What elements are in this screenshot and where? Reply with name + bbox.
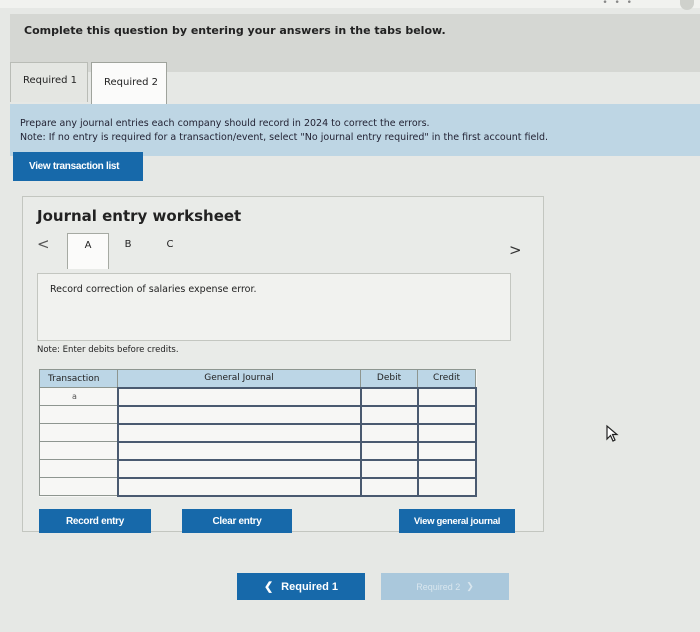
debit-input[interactable] [359, 386, 419, 407]
debit-input[interactable] [359, 404, 419, 425]
credit-input[interactable] [416, 404, 477, 425]
column-header-debit: Debit [360, 369, 418, 388]
debit-input[interactable] [359, 422, 419, 443]
account-input[interactable] [116, 476, 362, 497]
table-row: a [39, 386, 477, 407]
next-required-button[interactable]: Required 2 ❯ [381, 573, 509, 600]
chevron-right-icon[interactable]: > [509, 241, 522, 259]
corner-indicator [680, 0, 694, 10]
sub-tab-c[interactable]: C [163, 233, 177, 250]
table-row [39, 458, 477, 479]
journal-table: Transaction General Journal Debit Credit… [39, 369, 477, 497]
debit-input[interactable] [359, 458, 419, 479]
clear-entry-button[interactable]: Clear entry [182, 509, 292, 533]
credit-input[interactable] [416, 458, 477, 479]
chevron-right-icon: ❯ [466, 581, 474, 591]
transaction-description: Record correction of salaries expense er… [50, 284, 257, 295]
account-input[interactable] [116, 458, 362, 479]
worksheet-title: Journal entry worksheet [37, 207, 242, 225]
chevron-left-icon: ❮ [263, 581, 274, 593]
account-input[interactable] [116, 440, 362, 461]
transaction-cell: a [39, 387, 118, 406]
transaction-cell [39, 423, 118, 442]
record-entry-button[interactable]: Record entry [39, 509, 151, 533]
journal-entry-worksheet: Journal entry worksheet < A B C > Record… [22, 196, 544, 533]
column-header-general-journal: General Journal [117, 369, 361, 388]
view-general-journal-button[interactable]: View general journal [399, 509, 515, 533]
question-instruction: Complete this question by entering your … [24, 24, 446, 37]
instructions-box: Prepare any journal entries each company… [10, 104, 700, 156]
debit-input[interactable] [359, 476, 419, 497]
transaction-cell [39, 441, 118, 460]
tab-label: Required 1 [23, 75, 78, 86]
instruction-note: Note: If no entry is required for a tran… [20, 132, 549, 143]
transaction-description-box: Record correction of salaries expense er… [37, 273, 511, 341]
account-input[interactable] [116, 422, 362, 443]
previous-required-button[interactable]: ❮ Required 1 [237, 573, 365, 600]
debit-input[interactable] [359, 440, 419, 461]
tab-required-1[interactable]: Required 1 [10, 62, 88, 102]
transaction-cell [39, 459, 118, 478]
tab-required-2[interactable]: Required 2 [91, 62, 167, 104]
page: • • • Complete this question by entering… [0, 0, 700, 632]
credit-input[interactable] [416, 386, 477, 407]
table-row [39, 404, 477, 425]
chevron-left-icon[interactable]: < [37, 235, 50, 253]
credit-input[interactable] [416, 476, 477, 497]
column-header-transaction: Transaction [39, 369, 118, 388]
sub-tab-a[interactable]: A [67, 233, 109, 269]
mouse-cursor-icon [606, 424, 619, 442]
table-row [39, 422, 477, 443]
account-input[interactable] [116, 386, 362, 407]
debits-note: Note: Enter debits before credits. [37, 345, 179, 355]
instruction-line: Prepare any journal entries each company… [20, 118, 430, 129]
table-row [39, 476, 477, 497]
credit-input[interactable] [416, 440, 477, 461]
next-required-label: Required 2 [416, 581, 461, 592]
status-dots: • • • [602, 0, 634, 8]
credit-input[interactable] [416, 422, 477, 443]
transaction-cell [39, 405, 118, 424]
view-transaction-list-button[interactable]: View transaction list [13, 152, 143, 181]
tab-label: Required 2 [104, 77, 159, 88]
previous-required-label: Required 1 [281, 580, 339, 593]
table-row [39, 440, 477, 461]
account-input[interactable] [116, 404, 362, 425]
sub-tab-b[interactable]: B [121, 233, 135, 250]
column-header-credit: Credit [417, 369, 476, 388]
top-strip [0, 0, 700, 8]
transaction-cell [39, 477, 118, 496]
